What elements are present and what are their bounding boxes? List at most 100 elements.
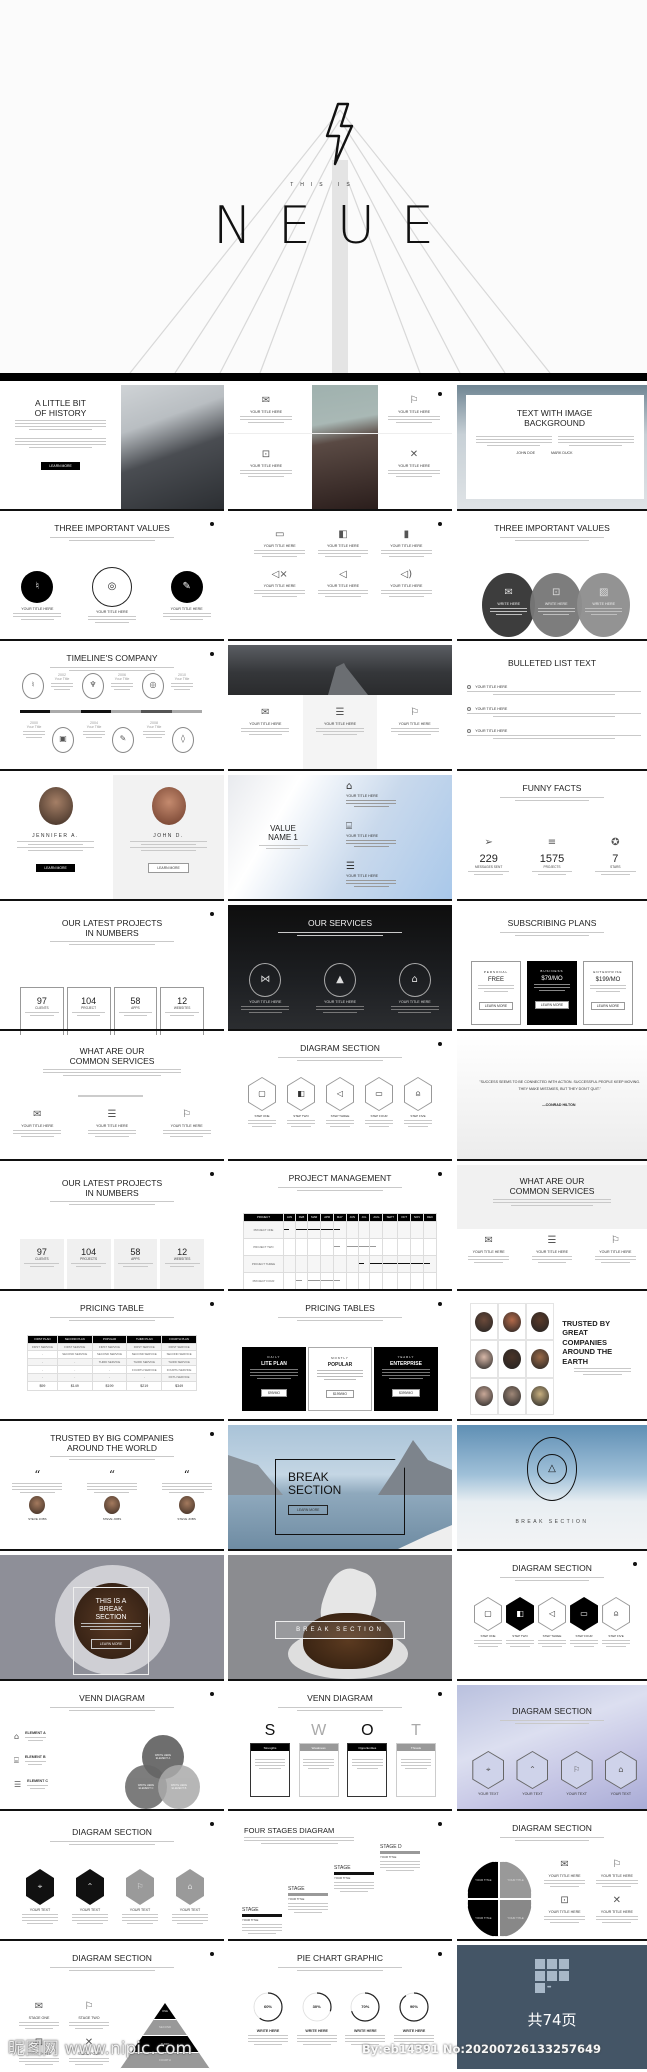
placeholder-text	[390, 728, 439, 735]
slide-services: OUR SERVICES ⋈ YOUR TITLE HERE ▲ YOUR TITLE …	[228, 905, 452, 1029]
learn-more-button[interactable]: LEARN MORE	[148, 863, 189, 873]
value-circle: ✉ WRITE HERE	[482, 573, 535, 637]
placeholder-text	[278, 1966, 402, 1971]
flag-icon: ⚐	[410, 707, 420, 718]
row-divider	[0, 1939, 224, 1941]
number-value: 104	[81, 1247, 97, 1257]
logo-dot	[210, 1302, 214, 1306]
learn-more-button[interactable]: LEARN MORE	[590, 1002, 626, 1010]
placeholder-text	[72, 1914, 108, 1924]
plan-header: FIRST PLAN	[27, 1335, 58, 1344]
gantt-month: JAN	[283, 1213, 296, 1222]
table-cell: -	[56, 1357, 93, 1367]
slide-cell: THREE IMPORTANT VALUES ✉ WRITE HERE ⊡ WRITE …	[457, 509, 647, 639]
item-label: STEP FOUR	[575, 1634, 593, 1638]
number-value: 97	[36, 1247, 47, 1257]
learn-more-button[interactable]: LEARN MORE	[534, 1001, 570, 1009]
slide-values: THREE IMPORTANT VALUES ♮ YOUR TITLE HERE ◎ Y…	[0, 515, 224, 639]
slide-cell: WHAT ARE OUR COMMON SERVICES ✉ YOUR TITLE …	[0, 1029, 224, 1159]
avatar	[29, 1496, 46, 1514]
shield-star-icon: ✪	[611, 837, 620, 848]
slide-common2: WHAT ARE OUR COMMON SERVICES ✉ YOUR TITLE …	[457, 1165, 647, 1289]
gantt-bar	[308, 1229, 321, 1231]
slide-title: VENN DIAGRAM	[79, 1693, 145, 1703]
placeholder-text	[50, 941, 174, 946]
swot-label: Opportunities	[348, 1744, 387, 1751]
plan-button[interactable]: $399/MO	[392, 1389, 420, 1397]
placeholder-text	[490, 608, 528, 615]
placeholder-text	[248, 2035, 288, 2045]
learn-more-button[interactable]: LEARN MORE	[36, 864, 75, 872]
placeholder-text	[171, 683, 193, 690]
microphone-icon: ♮	[35, 581, 40, 592]
item-label: YOUR TITLE HERE	[326, 584, 360, 588]
slide-faces: TRUSTED BY GREAT COMPANIES AROUND THE EA…	[457, 1295, 647, 1419]
row-divider	[228, 1289, 452, 1291]
item-label: YOUR TITLE HERE	[21, 1124, 54, 1128]
table-cell: -	[27, 1350, 58, 1359]
speaker-on-icon: ◁)	[400, 569, 413, 580]
avatar	[531, 1348, 550, 1369]
tools-icon: ✕	[409, 449, 419, 460]
item-label: YOUR TITLE HERE	[249, 722, 282, 726]
stage-sub: YOUR TITLE	[334, 1875, 351, 1880]
hex-item: ⌂ YOUR TEXT	[604, 1751, 637, 1796]
item-label: YOUR TITLE HERE	[249, 1000, 282, 1004]
slide-numbers: OUR LATEST PROJECTS IN NUMBERS 97 CLIENTS 1…	[0, 1165, 224, 1291]
placeholder-text	[533, 984, 571, 991]
slide-cell: BREAK SECTION LEARN MORE	[228, 1419, 452, 1549]
table-cell: FIRST SERVICE	[161, 1342, 197, 1352]
item-label: YOUR TITLE HERE	[599, 1250, 632, 1254]
placeholder-text	[83, 731, 105, 738]
placeholder-text	[315, 1006, 364, 1013]
chevron-up-icon: ⌃	[86, 1882, 94, 1891]
chat-icon: ☰	[346, 861, 355, 872]
service-item: ▲ YOUR TITLE HERE	[310, 963, 370, 1015]
placeholder-text	[25, 1737, 46, 1741]
number-card: 12 WEBSITES	[160, 1239, 204, 1291]
gantt-bar	[321, 1229, 333, 1231]
placeholder-text	[499, 1576, 605, 1581]
table-cell: -	[126, 1372, 163, 1382]
value-item: ◎ YOUR TITLE HERE	[82, 567, 142, 625]
swot-letter: T	[411, 1722, 421, 1739]
swot-label: Strengths	[251, 1744, 289, 1751]
logo-dot	[210, 1172, 214, 1176]
slide-title: DIAGRAM SECTION	[300, 1043, 380, 1053]
slide-swot: VENN DIAGRAM S Strengths W Weakness O Opportun…	[228, 1685, 452, 1809]
feature-item: ⚐ YOUR TITLE HERE	[591, 1859, 643, 1889]
learn-more-button[interactable]: LEARN MORE	[90, 1639, 132, 1650]
placeholder-text	[50, 1316, 174, 1321]
learn-more-button[interactable]: LEARN MORE	[288, 1504, 329, 1515]
plan-price: $199/MO	[595, 977, 621, 983]
placeholder-text	[499, 796, 605, 801]
plan-price: $219	[126, 1380, 163, 1391]
table-cell: FIRST SERVICE	[126, 1342, 163, 1352]
placeholder-text	[467, 713, 641, 717]
pie-item: 60% WRITE HERE	[248, 1991, 288, 2047]
plan-button[interactable]: $99/MO	[260, 1389, 288, 1397]
number-value: 104	[81, 996, 97, 1006]
learn-more-button[interactable]: LEARN MORE	[478, 1002, 514, 1010]
placeholder-text	[493, 1199, 611, 1207]
flag-icon: ⚐	[612, 1859, 622, 1870]
row-divider	[0, 639, 224, 641]
pie-percent: 70%	[361, 2004, 370, 2009]
feature-item: ⚐ YOUR TITLE HERE	[385, 707, 445, 737]
slide-common: WHAT ARE OUR COMMON SERVICES ✉ YOUR TITLE …	[0, 1035, 224, 1159]
logo-dot	[438, 1042, 442, 1046]
placeholder-text	[467, 691, 641, 695]
plan-button[interactable]: $199/MO	[326, 1390, 354, 1398]
learn-more-button[interactable]: LEARN MORE	[41, 462, 80, 471]
gantt-bar	[333, 1229, 340, 1231]
feature-item: ✉ YOUR TITLE HERE	[235, 707, 295, 737]
item-label: STEP FOUR	[370, 1114, 388, 1118]
placeholder-text	[16, 841, 95, 845]
camera-icon: ⊡	[551, 587, 561, 598]
item-label: YOUR TITLE HERE	[472, 1250, 505, 1254]
cover-slide: THIS IS NEUE	[0, 0, 647, 373]
slide-gantt: PROJECT MANAGEMENT PROJECT JAN FEB MAR APR MAY…	[228, 1165, 452, 1290]
stage-name: STAGE	[242, 1907, 259, 1913]
row-divider	[457, 509, 647, 511]
placeholder-text	[13, 613, 62, 620]
